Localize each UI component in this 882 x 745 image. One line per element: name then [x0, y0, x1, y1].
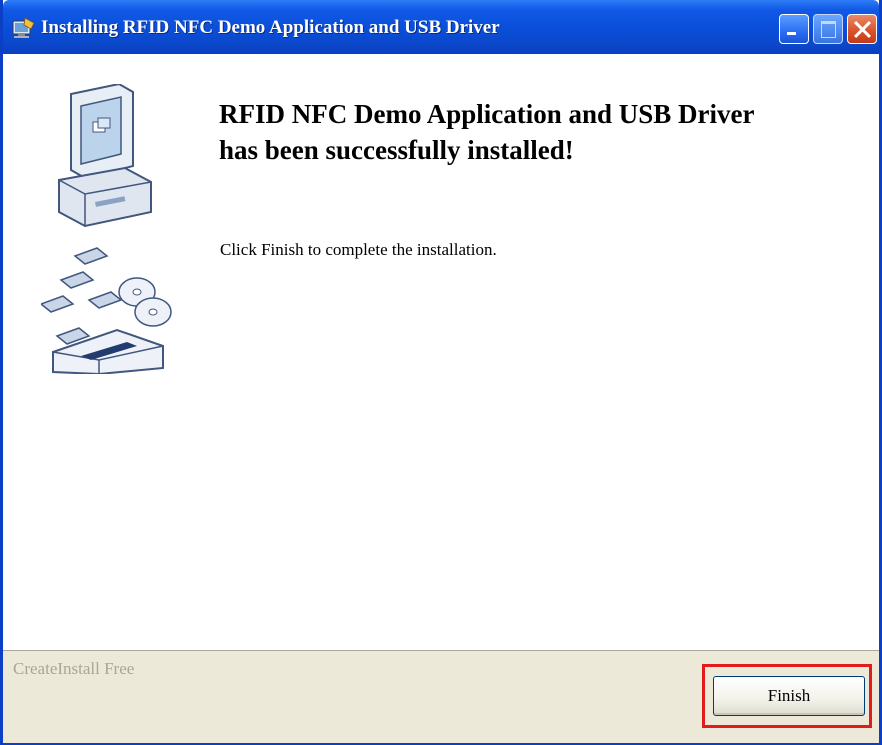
content-panel: RFID NFC Demo Application and USB Driver… — [3, 54, 879, 650]
instruction-text: Click Finish to complete the installatio… — [220, 240, 497, 259]
minimize-icon[interactable] — [779, 14, 809, 44]
window-title: Installing RFID NFC Demo Application and… — [41, 17, 500, 38]
installer-brand-label: CreateInstall Free — [13, 659, 135, 678]
title-bar[interactable]: Installing RFID NFC Demo Application and… — [3, 0, 879, 54]
close-icon[interactable] — [847, 14, 877, 44]
finish-button[interactable]: Finish — [713, 676, 865, 716]
success-heading: RFID NFC Demo Application and USB Driver… — [219, 96, 879, 168]
maximize-icon[interactable] — [813, 14, 843, 44]
footer-bar: CreateInstall Free Finish — [3, 650, 879, 743]
computer-installation-icon — [41, 84, 172, 374]
installer-app-icon — [12, 17, 35, 38]
installer-window: Installing RFID NFC Demo Application and… — [0, 0, 882, 745]
heading-line-2: has been successfully installed! — [219, 135, 574, 165]
heading-line-1: RFID NFC Demo Application and USB Driver — [219, 99, 755, 129]
